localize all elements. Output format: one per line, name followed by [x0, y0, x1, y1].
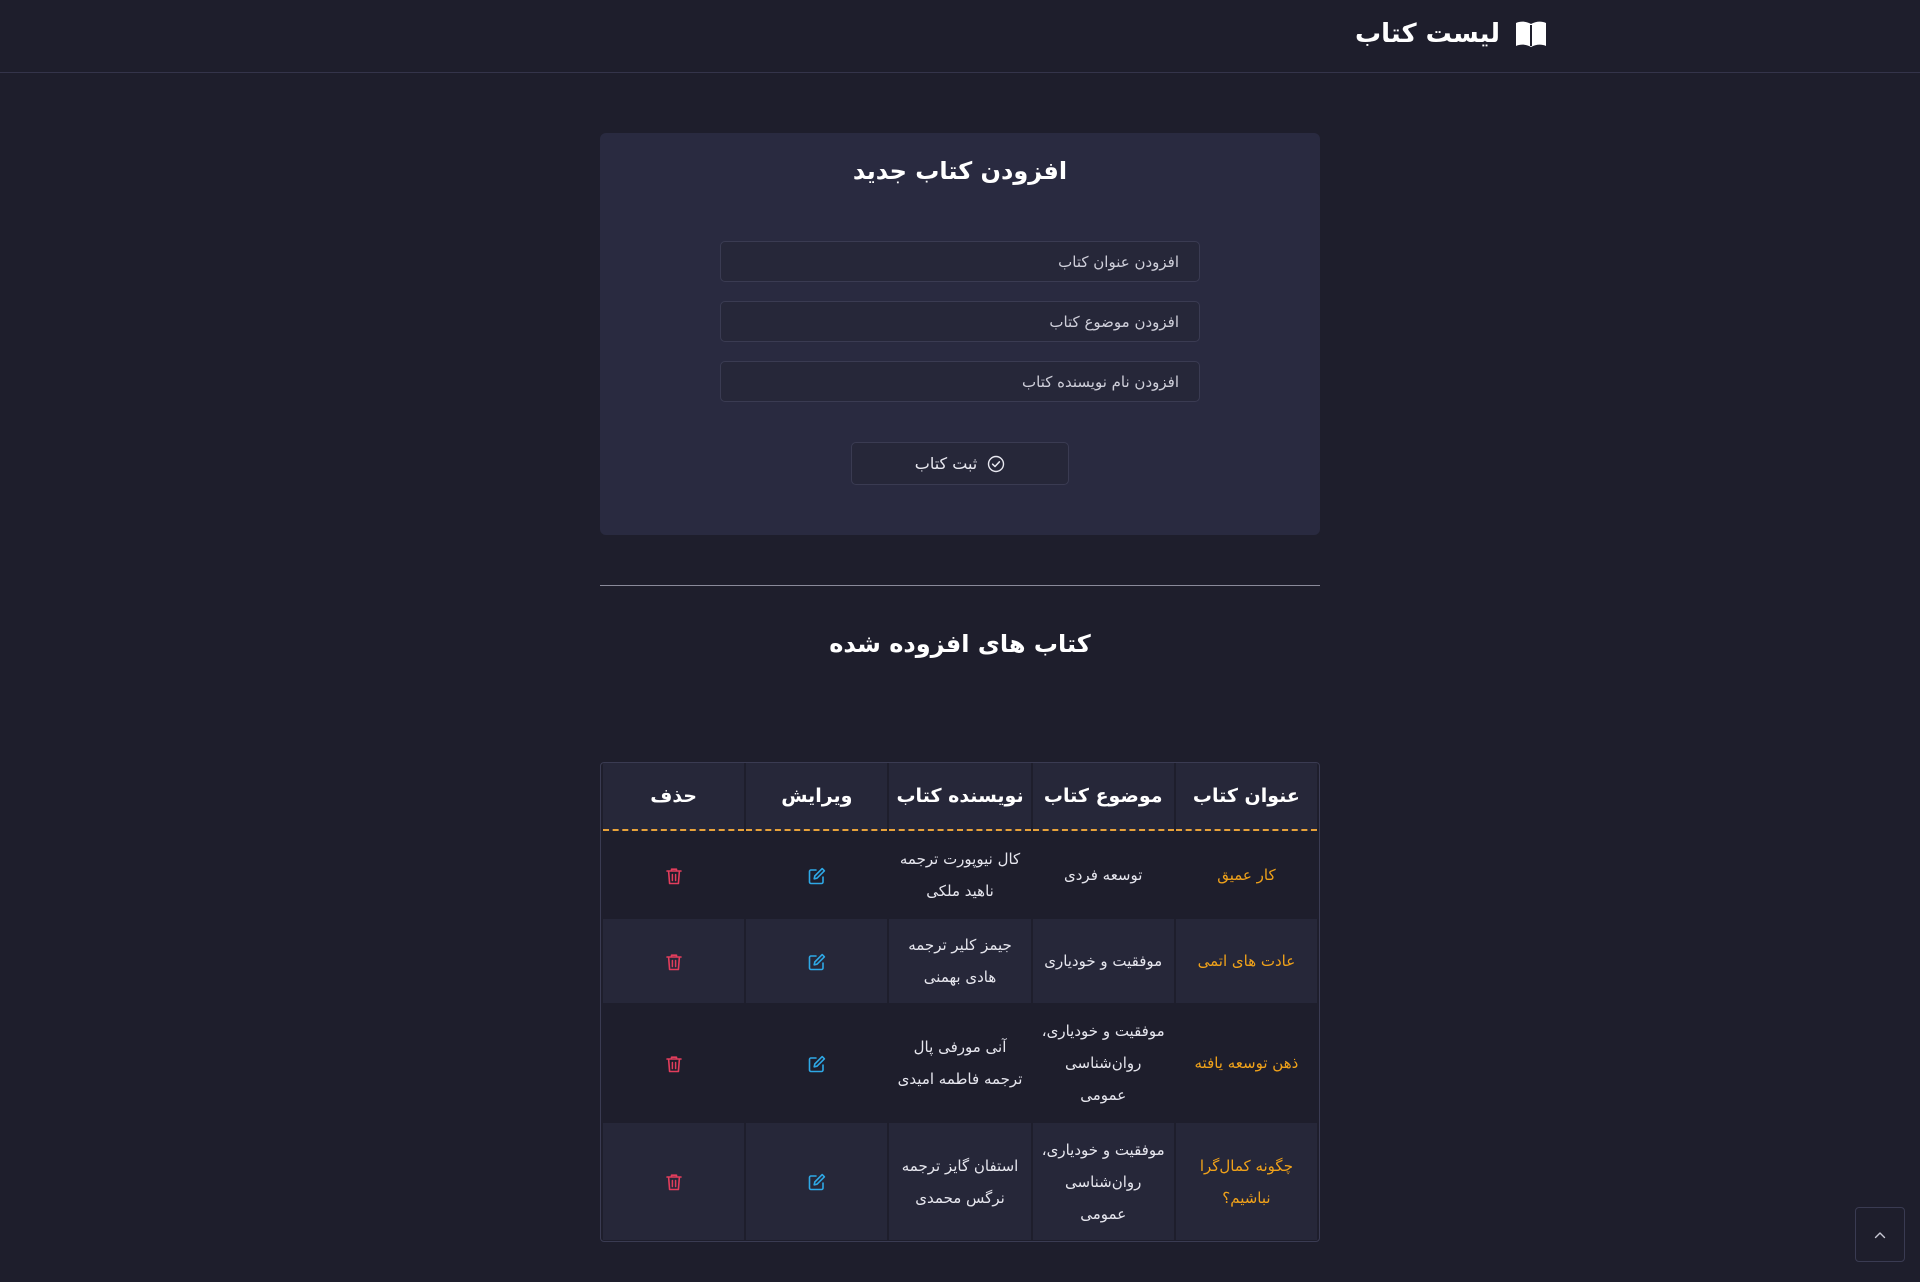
edit-icon[interactable]: [807, 1054, 827, 1074]
book-author-input[interactable]: [720, 361, 1200, 402]
book-subject-cell: توسعه فردی: [1032, 831, 1174, 919]
book-author-cell: آنی مورفی پال ترجمه فاطمه امیدی: [889, 1003, 1031, 1123]
submit-book-button[interactable]: ثبت کتاب: [851, 442, 1069, 485]
trash-icon[interactable]: [664, 1172, 684, 1192]
table-header-row: عنوان کتاب موضوع کتاب نویسنده کتاب ویرای…: [603, 763, 1317, 831]
edit-cell: [746, 919, 888, 1003]
book-subject-cell: موفقیت و خودیاری، روان‌شناسی عمومی: [1032, 1123, 1174, 1240]
book-subject-cell: موفقیت و خودیاری، روان‌شناسی عمومی: [1032, 1003, 1174, 1123]
book-title-cell: عادت های اتمی: [1175, 919, 1317, 1003]
edit-icon[interactable]: [807, 952, 827, 972]
delete-cell: [603, 831, 745, 919]
book-subject-cell: موفقیت و خودیاری: [1032, 919, 1174, 1003]
delete-cell: [603, 1003, 745, 1123]
edit-cell: [746, 1123, 888, 1240]
section-divider: [600, 585, 1320, 586]
edit-icon[interactable]: [807, 866, 827, 886]
book-author-cell: کال نیوپورت ترجمه ناهید ملکی: [889, 831, 1031, 919]
books-section-title: کتاب های افزوده شده: [829, 630, 1091, 658]
book-title-cell: ذهن توسعه یافته: [1175, 1003, 1317, 1123]
book-title-cell: چگونه کمال‌گرا نباشیم؟: [1175, 1123, 1317, 1240]
book-author-cell: جیمز کلیر ترجمه هادی بهمنی: [889, 919, 1031, 1003]
edit-icon[interactable]: [807, 1172, 827, 1192]
table-row: کار عمیق توسعه فردی کال نیوپورت ترجمه نا…: [603, 831, 1317, 919]
form-title: افزودن کتاب جدید: [852, 157, 1068, 185]
book-title-input[interactable]: [720, 241, 1200, 282]
book-subject-input[interactable]: [720, 301, 1200, 342]
column-header-title: عنوان کتاب: [1175, 763, 1317, 831]
delete-cell: [603, 919, 745, 1003]
check-circle-icon: [988, 455, 1005, 472]
column-header-author: نویسنده کتاب: [889, 763, 1031, 831]
table-row: عادت های اتمی موفقیت و خودیاری جیمز کلیر…: [603, 919, 1317, 1003]
add-book-form: افزودن کتاب جدید ثبت کتاب: [600, 133, 1320, 535]
trash-icon[interactable]: [664, 866, 684, 886]
open-book-icon: [1516, 21, 1546, 47]
brand[interactable]: لیست کتاب: [1355, 14, 1548, 54]
delete-cell: [603, 1123, 745, 1240]
trash-icon[interactable]: [664, 1054, 684, 1074]
submit-label: ثبت کتاب: [914, 454, 978, 473]
trash-icon[interactable]: [664, 952, 684, 972]
book-author-cell: استفان گایز ترجمه نرگس محمدی: [889, 1123, 1031, 1240]
top-navbar: لیست کتاب: [0, 0, 1920, 73]
edit-cell: [746, 831, 888, 919]
edit-cell: [746, 1003, 888, 1123]
column-header-subject: موضوع کتاب: [1032, 763, 1174, 831]
column-header-edit: ویرایش: [746, 763, 888, 831]
book-title-cell: کار عمیق: [1175, 831, 1317, 919]
app-title: لیست کتاب: [1354, 19, 1500, 49]
table-row: ذهن توسعه یافته موفقیت و خودیاری، روان‌ش…: [603, 1003, 1317, 1123]
chevron-up-icon: [1874, 1231, 1886, 1238]
scroll-to-top-button[interactable]: [1855, 1207, 1905, 1262]
table-row: چگونه کمال‌گرا نباشیم؟ موفقیت و خودیاری،…: [603, 1123, 1317, 1240]
column-header-delete: حذف: [603, 763, 745, 831]
books-table: عنوان کتاب موضوع کتاب نویسنده کتاب ویرای…: [600, 762, 1320, 1242]
